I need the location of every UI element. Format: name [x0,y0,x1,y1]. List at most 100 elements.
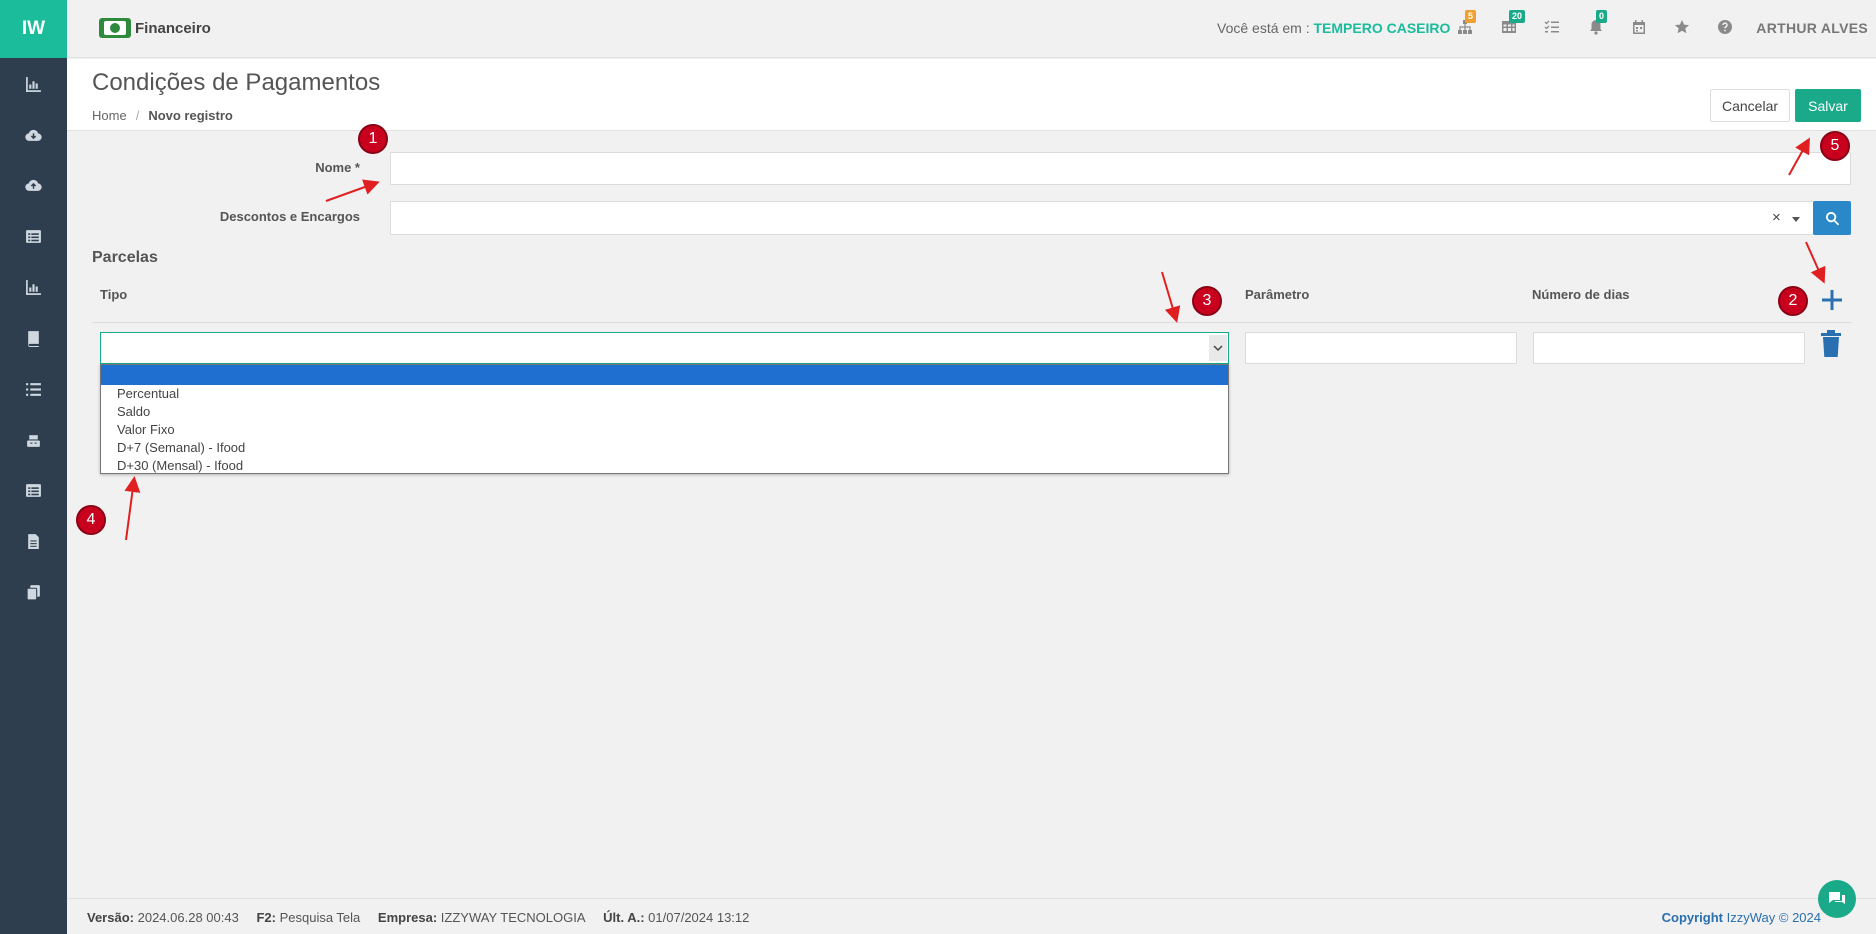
sidebar-item-copy[interactable] [0,572,67,612]
sitemap-badge: 5 [1465,10,1477,23]
delete-parcela-button[interactable] [1820,330,1844,360]
chevron-down-icon [1213,345,1223,352]
dropdown-option[interactable]: Percentual [101,385,1228,403]
descontos-select[interactable] [390,201,1814,235]
f2-label: F2: [256,910,276,925]
star-icon [1674,20,1690,34]
tipo-select[interactable] [100,332,1229,364]
chevron-down-icon[interactable] [1792,217,1800,222]
annotation-marker-4: 4 [76,505,106,535]
tipo-select-arrow[interactable] [1209,335,1227,361]
tipo-dropdown-list: Percentual Saldo Valor Fixo D+7 (Semanal… [100,364,1229,474]
parametro-input[interactable] [1245,332,1517,364]
dropdown-option[interactable]: Valor Fixo [101,421,1228,439]
dropdown-option[interactable]: Saldo [101,403,1228,421]
checklist-icon [1544,20,1559,33]
money-icon [99,18,131,38]
cloud-upload-icon [25,179,42,191]
module-name: Financeiro [135,19,211,37]
last-access-value: 01/07/2024 13:12 [648,910,750,925]
checklist-button[interactable] [1544,19,1562,37]
annotation-marker-3: 3 [1192,286,1222,316]
sidebar-item-documents[interactable] [0,521,67,561]
last-access-label: Últ. A.: [603,910,645,925]
sidebar-item-download[interactable] [0,115,67,155]
dropdown-option[interactable]: D+30 (Mensal) - Ifood [101,457,1228,475]
table-divider [92,322,1852,323]
annotation-marker-2: 2 [1778,286,1808,316]
top-bar: Financeiro Você está em : TEMPERO CASEIR… [67,0,1876,58]
sidebar-item-entries[interactable] [0,470,67,510]
sidebar-item-list[interactable] [0,216,67,256]
help-button[interactable] [1717,19,1735,37]
save-button[interactable]: Salvar [1795,89,1861,122]
breadcrumb-home[interactable]: Home [92,108,127,123]
search-icon [1825,211,1839,225]
parcelas-title: Parcelas [92,249,158,266]
file-icon [28,533,39,549]
table-badge: 20 [1509,10,1526,23]
descontos-label: Descontos e Encargos [219,209,360,224]
module-switcher[interactable]: Financeiro [99,18,211,38]
trash-icon [1821,330,1841,357]
calendar-icon [1633,20,1645,34]
column-header-tipo: Tipo [100,287,128,302]
table-button[interactable]: 20 [1501,10,1526,37]
company-location[interactable]: Você está em : TEMPERO CASEIRO [1217,20,1450,36]
sidebar-item-book[interactable] [0,318,67,358]
list-alt-icon [26,483,41,497]
sidebar: IW [0,0,67,934]
annotation-marker-5: 5 [1820,131,1850,161]
company-label: Empresa: [377,910,438,925]
user-menu[interactable]: ARTHUR ALVES [1756,20,1868,36]
copyright-link[interactable]: IzzyWay © 2024 [1727,910,1821,925]
page-title: Condições de Pagamentos [92,69,381,96]
add-parcela-button[interactable] [1819,287,1845,313]
column-header-parametro: Parâmetro [1245,287,1310,302]
copyright-label: Copyright [1661,910,1724,925]
footer: Versão: 2024.06.28 00:43 F2: Pesquisa Te… [67,898,1876,934]
annotation-marker-1: 1 [358,124,388,154]
sidebar-item-upload[interactable] [0,165,67,205]
breadcrumb: Home / Novo registro [92,108,233,123]
dias-input[interactable] [1533,332,1805,364]
descontos-search-button[interactable] [1813,201,1851,235]
list-icon [26,382,41,396]
sidebar-item-reports[interactable] [0,267,67,307]
plus-icon [1822,290,1842,310]
sidebar-item-register[interactable] [0,420,67,460]
notifications-badge: 0 [1596,10,1608,23]
sidebar-item-tasks[interactable] [0,369,67,409]
list-alt-icon [26,229,41,243]
page-header: Condições de Pagamentos Home / Novo regist… [67,59,1876,131]
breadcrumb-separator: / [135,108,140,123]
f2-value: Pesquisa Tela [279,910,361,925]
bar-chart-icon [26,76,41,92]
book-icon [28,330,39,347]
breadcrumb-current: Novo registro [148,108,233,123]
cancel-button[interactable]: Cancelar [1710,89,1790,122]
notifications-button[interactable]: 0 [1588,10,1608,37]
company-value: IZZYWAY TECNOLOGIA [440,910,586,925]
copy-icon [26,584,40,600]
nome-input[interactable] [390,152,1851,185]
sitemap-button[interactable]: 5 [1457,10,1477,37]
register-icon [27,434,40,447]
location-value[interactable]: TEMPERO CASEIRO [1314,20,1451,36]
chat-icon [1829,892,1845,904]
help-icon [1718,20,1732,34]
cloud-download-icon [25,129,42,141]
column-header-dias: Número de dias [1532,287,1630,302]
calendar-button[interactable] [1631,19,1649,37]
dropdown-option[interactable]: D+7 (Semanal) - Ifood [101,439,1228,457]
sidebar-item-dashboard[interactable] [0,64,67,104]
favorites-button[interactable] [1674,19,1692,37]
version-value: 2024.06.28 00:43 [137,910,239,925]
dropdown-option[interactable] [101,365,1228,385]
chat-button[interactable] [1818,880,1856,918]
version-label: Versão: [87,910,134,925]
clear-selection-button[interactable]: × [1772,209,1781,226]
nome-label: Nome * [315,160,360,175]
bar-chart-icon [26,279,41,295]
app-logo[interactable]: IW [0,0,67,58]
